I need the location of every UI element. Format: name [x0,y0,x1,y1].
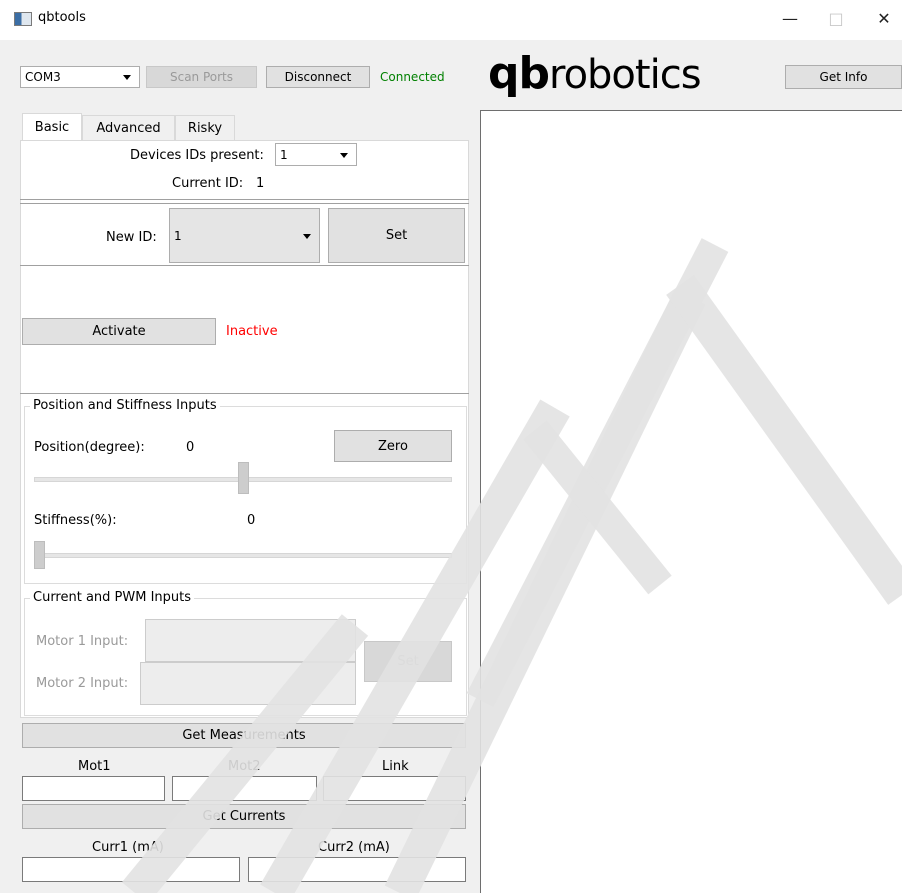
get-info-button[interactable]: Get Info [785,65,902,89]
window-title: qbtools [38,10,86,25]
motor1-input-label: Motor 1 Input: [36,634,129,649]
new-id-select[interactable]: 1 [169,208,320,263]
motor1-input[interactable] [145,619,356,662]
title-bar: qbtools — □ ✕ [0,0,902,40]
close-button[interactable]: ✕ [862,0,902,36]
disconnect-button[interactable]: Disconnect [266,66,370,88]
port-select-value: COM3 [25,70,61,84]
plot-area [480,110,902,893]
chevron-down-icon [340,152,348,158]
chevron-down-icon [123,75,131,80]
chevron-down-icon [303,233,311,239]
scan-ports-button[interactable]: Scan Ports [146,66,257,88]
set-id-button[interactable]: Set [328,208,465,263]
qbrobotics-logo: qbrobotics [488,48,702,99]
curr1-field[interactable] [22,857,240,882]
new-id-label: New ID: [106,230,157,245]
curr1-label: Curr1 (mA) [92,840,164,855]
new-id-value: 1 [174,228,182,243]
stiffness-slider-handle[interactable] [34,541,45,569]
stiffness-label: Stiffness(%): [34,513,117,528]
mot1-field[interactable] [22,776,165,801]
devices-ids-label: Devices IDs present: [130,148,264,163]
tab-basic[interactable]: Basic [22,113,82,141]
maximize-button[interactable]: □ [814,0,858,36]
tab-risky[interactable]: Risky [175,115,235,140]
stiffness-slider-track[interactable] [34,553,452,558]
position-label: Position(degree): [34,440,145,455]
divider [20,199,469,200]
minimize-button[interactable]: — [768,0,812,36]
link-label: Link [382,759,409,774]
current-pwm-title: Current and PWM Inputs [30,590,195,605]
set-inputs-button[interactable]: Set [364,641,452,682]
position-value: 0 [186,440,195,455]
stiffness-value: 0 [247,513,256,528]
mot1-label: Mot1 [78,759,111,774]
devices-ids-value: 1 [280,147,288,162]
motor2-input[interactable] [140,662,356,705]
motor2-input-label: Motor 2 Input: [36,676,129,691]
mot2-field[interactable] [172,776,317,801]
tab-advanced[interactable]: Advanced [82,115,175,140]
get-measurements-button[interactable]: Get Measurements [22,723,466,748]
port-select[interactable]: COM3 [20,66,140,88]
connection-status: Connected [380,70,445,84]
divider [20,203,469,204]
devices-ids-select[interactable]: 1 [275,143,357,166]
get-currents-button[interactable]: Get Currents [22,804,466,829]
activate-button[interactable]: Activate [22,318,216,345]
position-slider-handle[interactable] [237,462,249,494]
divider [20,265,469,266]
curr2-label: Curr2 (mA) [318,840,390,855]
current-id-value: 1 [256,176,265,191]
mot2-label: Mot2 [228,759,261,774]
zero-button[interactable]: Zero [334,430,452,462]
app-icon [14,12,32,26]
curr2-field[interactable] [248,857,466,882]
position-stiffness-title: Position and Stiffness Inputs [30,398,220,413]
logo-qb: qb [488,48,550,99]
current-id-label: Current ID: [172,176,244,191]
divider [20,393,469,394]
logo-robotics: robotics [549,52,702,98]
activation-status: Inactive [226,324,278,339]
link-field[interactable] [323,776,466,801]
